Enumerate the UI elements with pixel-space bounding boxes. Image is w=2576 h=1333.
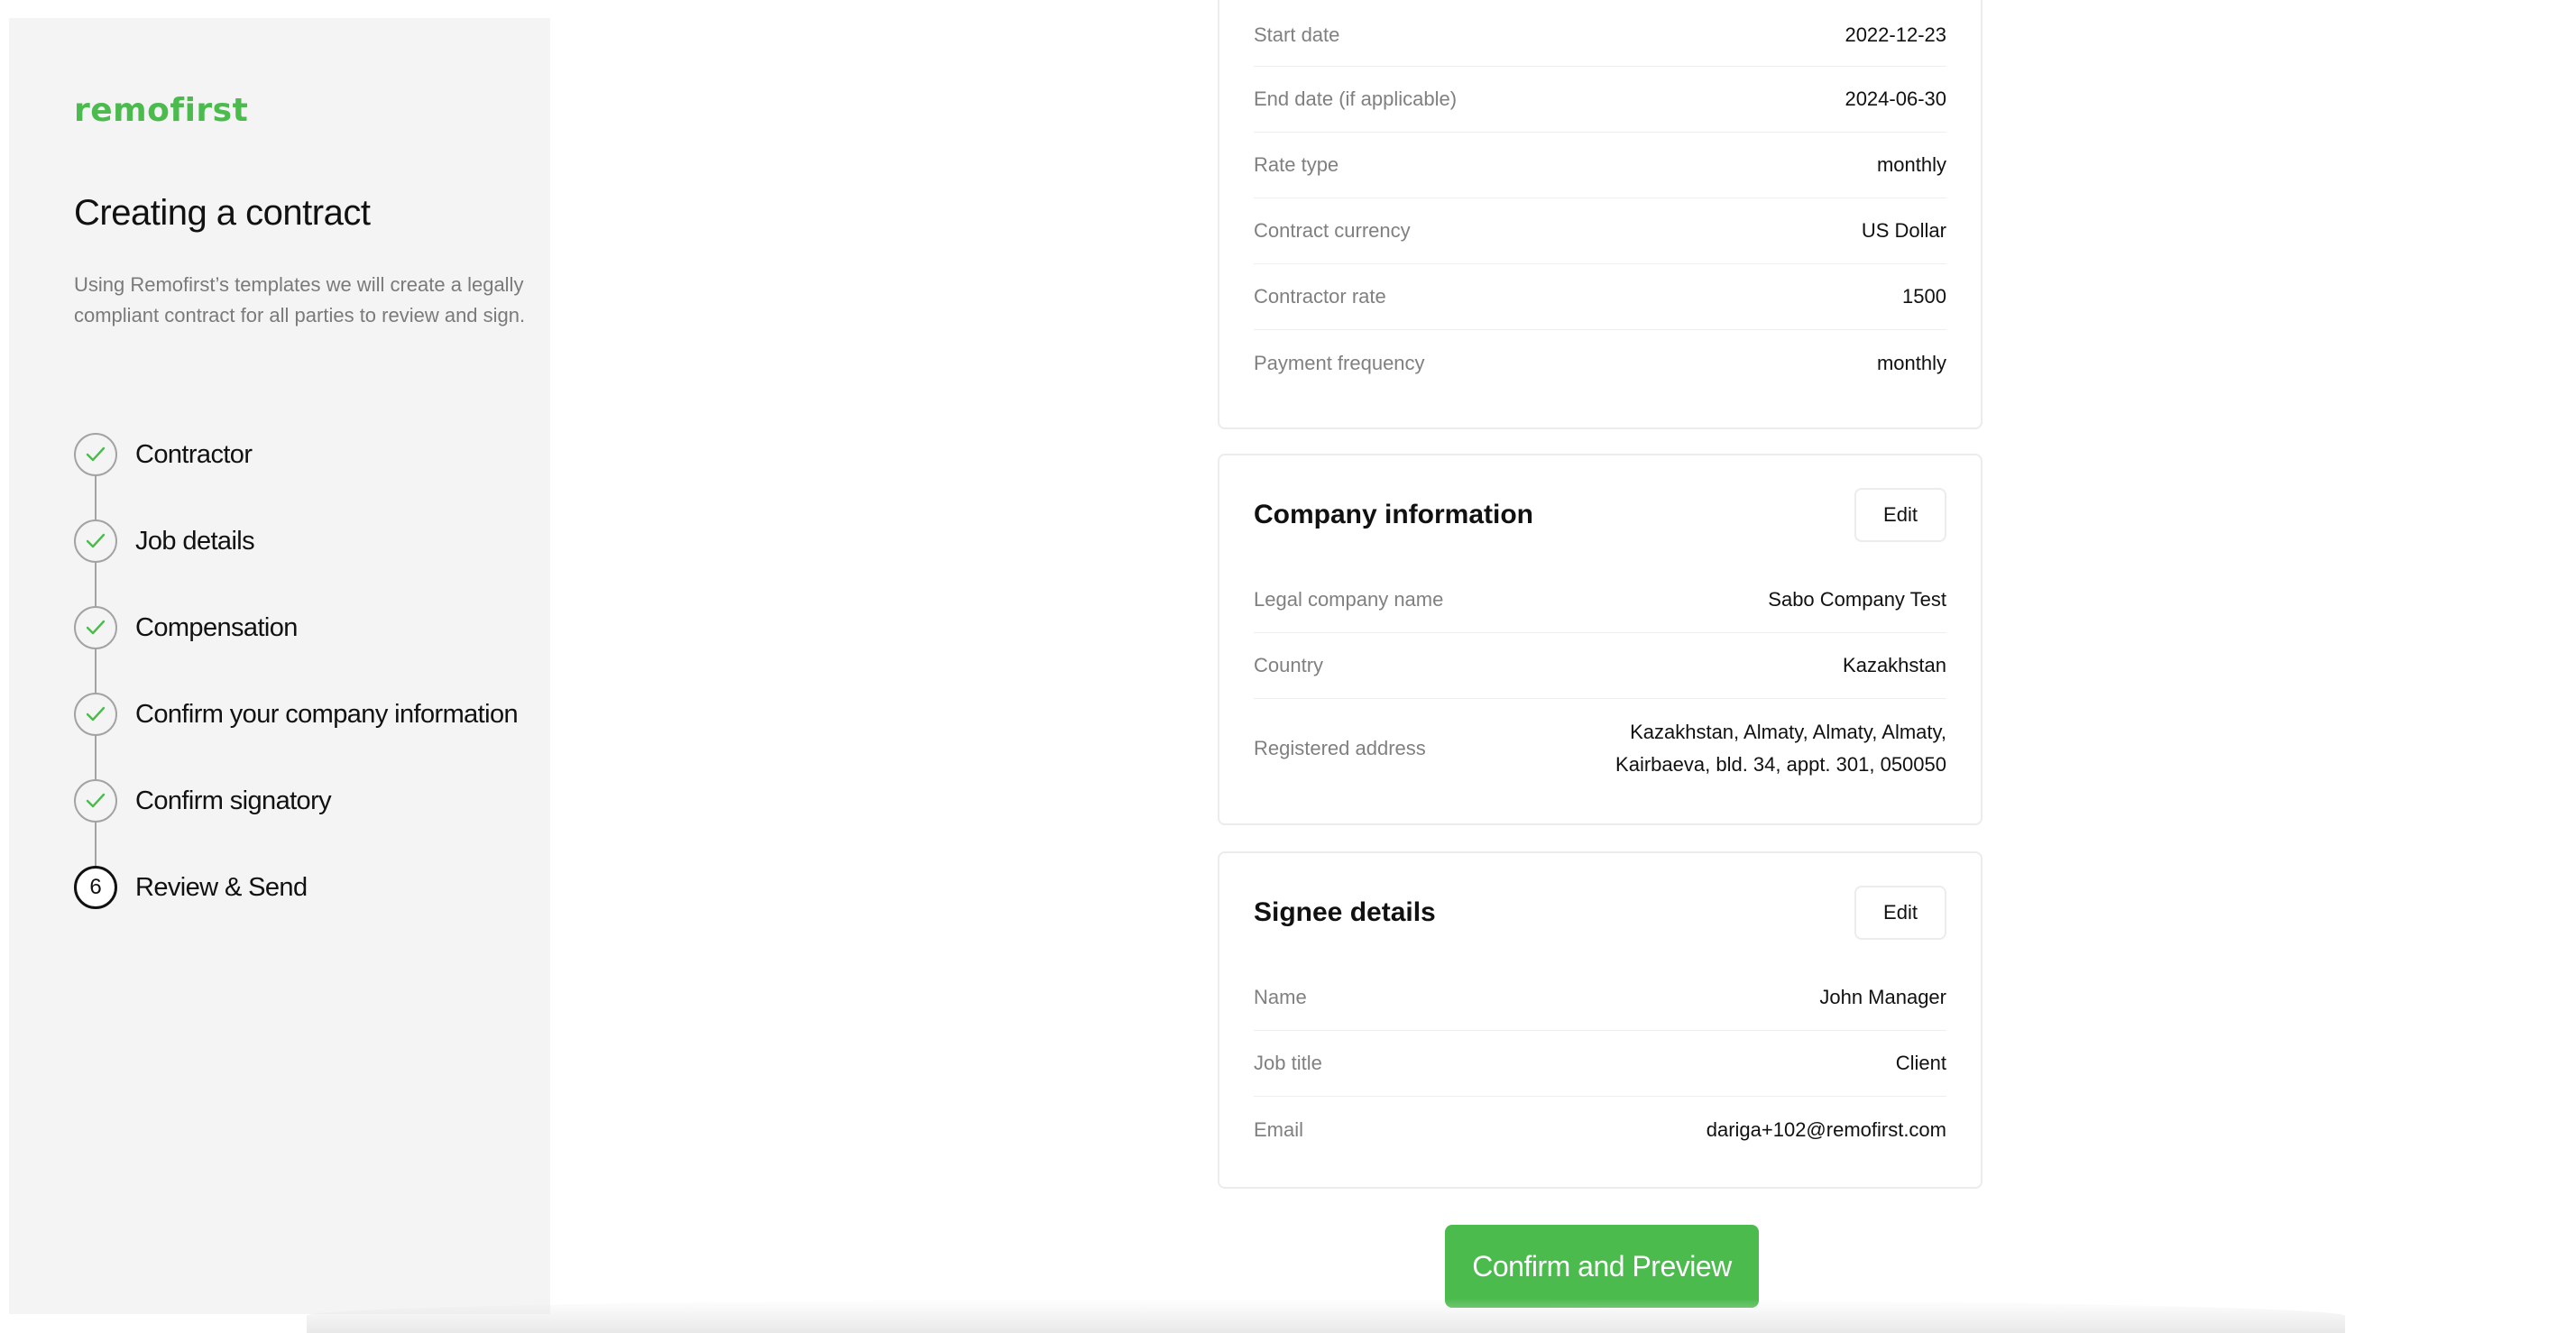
- row-label: Rate type: [1254, 153, 1339, 176]
- row-label: Payment frequency: [1254, 351, 1425, 374]
- step-label: Confirm your company information: [135, 700, 519, 729]
- row-value: Kazakhstan: [1843, 654, 1946, 676]
- row-label: Email: [1254, 1117, 1304, 1141]
- detail-row: Job title Client: [1254, 1031, 1946, 1097]
- confirm-and-preview-button[interactable]: Confirm and Preview: [1445, 1225, 1759, 1308]
- step-contractor[interactable]: Contractor: [74, 433, 518, 519]
- card-header: Signee details Edit: [1254, 886, 1946, 940]
- card-header: Company information Edit: [1254, 488, 1946, 542]
- footer-shadow: [307, 1299, 2345, 1333]
- detail-row: Contract currency US Dollar: [1254, 198, 1946, 264]
- row-value: monthly: [1876, 153, 1946, 176]
- step-label: Review & Send: [135, 873, 308, 902]
- detail-row: Name John Manager: [1254, 965, 1946, 1031]
- step-job-details[interactable]: Job details: [74, 519, 518, 606]
- row-label: Registered address: [1254, 737, 1426, 759]
- detail-row: Start date 2022-12-23: [1254, 0, 1946, 67]
- step-complete-check-icon: [74, 606, 117, 649]
- row-value: US Dollar: [1861, 219, 1946, 242]
- detail-row: Registered address Kazakhstan, Almaty, A…: [1254, 699, 1946, 798]
- row-value: John Manager: [1819, 986, 1946, 1008]
- detail-row: Legal company name Sabo Company Test: [1254, 567, 1946, 633]
- remofirst-logo[interactable]: remofirst: [74, 92, 248, 129]
- sidebar-description: Using Remofirst’s templates we will crea…: [74, 273, 526, 326]
- row-label: Name: [1254, 986, 1307, 1008]
- row-value: 2022-12-23: [1845, 23, 1946, 46]
- compensation-card: Start date 2022-12-23 End date (if appli…: [1218, 0, 1983, 429]
- detail-row: Rate type monthly: [1254, 133, 1946, 198]
- step-complete-check-icon: [74, 433, 117, 476]
- row-label: Country: [1254, 654, 1324, 676]
- step-number-badge: 6: [74, 866, 117, 909]
- detail-row: End date (if applicable) 2024-06-30: [1254, 67, 1946, 133]
- detail-row: Country Kazakhstan: [1254, 633, 1946, 699]
- step-compensation[interactable]: Compensation: [74, 606, 518, 693]
- row-label: Contractor rate: [1254, 285, 1386, 308]
- address-line: Kairbaeva, bld. 34, appt. 301, 050050: [1615, 753, 1946, 776]
- row-value: Client: [1895, 1052, 1946, 1074]
- row-value: Kazakhstan, Almaty, Almaty, Almaty, Kair…: [1615, 716, 1946, 781]
- step-complete-check-icon: [74, 779, 117, 823]
- edit-signee-button[interactable]: Edit: [1854, 886, 1946, 940]
- step-complete-check-icon: [74, 693, 117, 736]
- edit-company-button[interactable]: Edit: [1854, 488, 1946, 542]
- stepper: Contractor Job details Compensation Conf…: [74, 433, 519, 952]
- detail-row: Payment frequency monthly: [1254, 330, 1946, 396]
- row-value: dariga+102@remofirst.com: [1706, 1117, 1946, 1141]
- address-line: Kazakhstan, Almaty, Almaty, Almaty,: [1630, 721, 1946, 743]
- step-connector: [95, 649, 97, 693]
- row-label: Start date: [1254, 23, 1340, 46]
- detail-row: Contractor rate 1500: [1254, 264, 1946, 330]
- step-confirm-company-information[interactable]: Confirm your company information: [74, 693, 519, 779]
- company-information-card: Company information Edit Legal company n…: [1218, 454, 1983, 825]
- step-connector: [95, 823, 97, 866]
- step-label: Job details: [135, 527, 255, 556]
- step-complete-check-icon: [74, 519, 117, 563]
- step-connector: [95, 736, 97, 779]
- signee-details-card: Signee details Edit Name John Manager Jo…: [1218, 851, 1983, 1189]
- step-label: Confirm signatory: [135, 786, 332, 815]
- card-title: Company information: [1254, 500, 1534, 529]
- row-label: Contract currency: [1254, 219, 1411, 242]
- row-value: Sabo Company Test: [1768, 588, 1946, 611]
- step-connector: [95, 563, 97, 606]
- step-connector: [95, 476, 97, 519]
- step-label: Compensation: [135, 613, 298, 642]
- card-title: Signee details: [1254, 897, 1436, 927]
- sidebar-title: Creating a contract: [74, 193, 371, 233]
- row-label: Legal company name: [1254, 588, 1444, 611]
- row-value: 2024-06-30: [1845, 87, 1946, 110]
- step-review-and-send[interactable]: 6 Review & Send: [74, 866, 518, 952]
- row-value: monthly: [1876, 351, 1946, 374]
- detail-row: Email dariga+102@remofirst.com: [1254, 1097, 1946, 1163]
- row-label: Job title: [1254, 1052, 1322, 1074]
- row-label: End date (if applicable): [1254, 87, 1458, 110]
- sidebar: remofirst Creating a contract Using Remo…: [9, 18, 550, 1314]
- step-confirm-signatory[interactable]: Confirm signatory: [74, 779, 518, 866]
- row-value: 1500: [1902, 285, 1946, 308]
- step-label: Contractor: [135, 440, 253, 469]
